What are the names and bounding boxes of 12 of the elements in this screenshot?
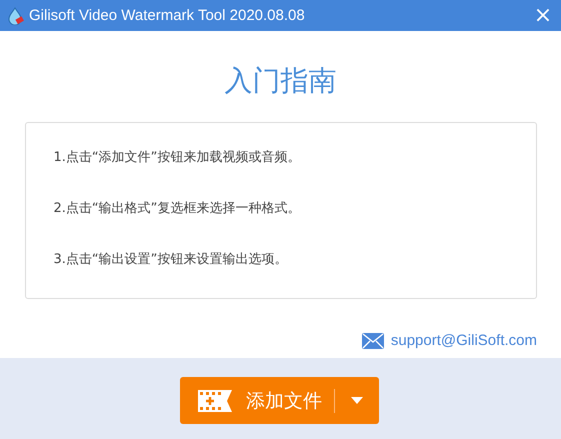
close-button[interactable]: × bbox=[525, 0, 561, 31]
instruction-step: 1.点击“添加文件”按钮来加载视频或音频。 bbox=[54, 149, 508, 167]
guide-heading: 入门指南 bbox=[224, 63, 336, 99]
instruction-step: 2.点击“输出格式”复选框来选择一种格式。 bbox=[54, 200, 508, 218]
mail-icon bbox=[362, 332, 384, 348]
dropdown-caret-icon bbox=[351, 397, 363, 404]
support-email-link[interactable]: support@GiliSoft.com bbox=[390, 332, 537, 349]
add-file-button[interactable]: 添加文件 bbox=[180, 377, 379, 424]
instruction-step: 3.点击“输出设置”按钮来设置输出选项。 bbox=[54, 251, 508, 269]
film-add-icon bbox=[198, 390, 232, 412]
app-drop-icon bbox=[6, 6, 24, 24]
window-title: Gilisoft Video Watermark Tool 2020.08.08 bbox=[29, 7, 306, 24]
